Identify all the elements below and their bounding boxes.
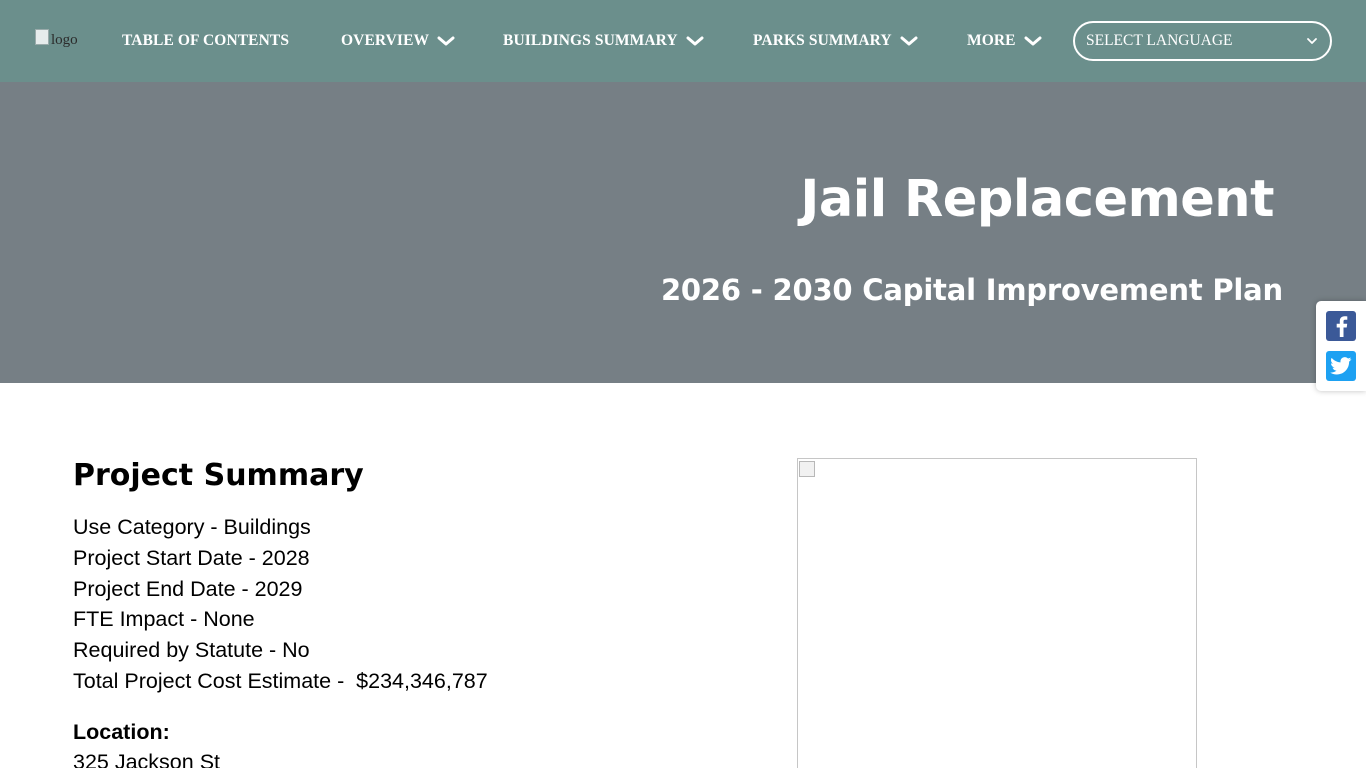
broken-image-icon <box>35 29 49 45</box>
chevron-down-icon <box>686 36 704 46</box>
hero-banner: Jail Replacement 2026 - 2030 Capital Imp… <box>0 82 1366 383</box>
social-share-bar <box>1316 301 1366 391</box>
language-select-value: SELECT LANGUAGE <box>1086 32 1233 49</box>
broken-image-icon <box>799 461 815 477</box>
summary-fte-impact: FTE Impact - None <box>73 607 255 632</box>
site-logo[interactable]: logo <box>35 29 78 50</box>
nav-item-label: BUILDINGS SUMMARY <box>503 32 678 49</box>
twitter-share-button[interactable] <box>1326 351 1356 381</box>
nav-item-label: OVERVIEW <box>341 32 430 49</box>
logo-alt-text: logo <box>51 31 78 48</box>
chevron-down-icon <box>900 36 918 46</box>
summary-required-by-statute: Required by Statute - No <box>73 638 310 663</box>
page-title: Jail Replacement <box>800 170 1274 229</box>
facebook-icon <box>1336 316 1348 337</box>
nav-buildings-summary[interactable]: BUILDINGS SUMMARY <box>503 31 704 51</box>
nav-table-of-contents[interactable]: TABLE OF CONTENTS <box>122 31 289 51</box>
chevron-down-icon <box>1024 36 1042 46</box>
language-select[interactable]: SELECT LANGUAGE <box>1073 21 1332 61</box>
nav-overview[interactable]: OVERVIEW <box>341 31 455 51</box>
project-summary-list: Use Category - Buildings Project Start D… <box>73 512 488 697</box>
chevron-down-icon <box>437 36 455 46</box>
nav-more[interactable]: MORE <box>967 31 1042 51</box>
top-navbar: logo TABLE OF CONTENTS OVERVIEW BUILDING… <box>0 0 1366 82</box>
facebook-share-button[interactable] <box>1326 311 1356 341</box>
nav-item-label: TABLE OF CONTENTS <box>122 32 290 49</box>
project-image <box>797 458 1197 768</box>
summary-start-date: Project Start Date - 2028 <box>73 545 310 570</box>
summary-total-cost: Total Project Cost Estimate - $234,346,7… <box>73 668 488 693</box>
nav-item-label: MORE <box>967 32 1016 49</box>
project-summary-heading: Project Summary <box>73 458 364 493</box>
nav-parks-summary[interactable]: PARKS SUMMARY <box>753 31 918 51</box>
location-label: Location: <box>73 720 170 744</box>
summary-use-category: Use Category - Buildings <box>73 515 311 539</box>
twitter-icon <box>1330 357 1352 375</box>
page-subtitle: 2026 - 2030 Capital Improvement Plan <box>660 273 1283 307</box>
summary-end-date: Project End Date - 2029 <box>73 576 303 601</box>
location-address: 325 Jackson St <box>73 750 221 768</box>
chevron-down-icon <box>1307 38 1317 44</box>
nav-item-label: PARKS SUMMARY <box>753 32 892 49</box>
